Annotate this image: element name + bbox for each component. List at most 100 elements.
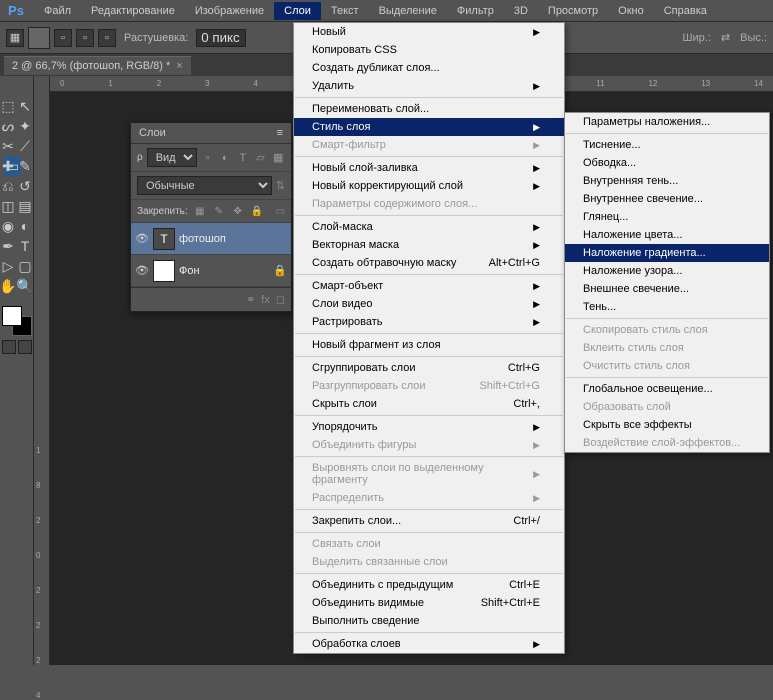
menu-item[interactable]: Векторная маска▶ xyxy=(294,236,564,254)
layer-item[interactable]: 👁Tфотошоп xyxy=(131,223,291,255)
menu-item[interactable]: Выполнить сведение xyxy=(294,612,564,630)
menu-item[interactable]: Обработка слоев▶ xyxy=(294,635,564,653)
menu-item[interactable]: Тиснение... xyxy=(565,136,769,154)
tool-wand[interactable]: ✦ xyxy=(17,116,34,136)
foreground-color-swatch[interactable] xyxy=(2,306,22,326)
menu-item[interactable]: Создать дубликат слоя... xyxy=(294,59,564,77)
filter-smart-icon[interactable]: ▦ xyxy=(271,151,285,165)
menu-редактирование[interactable]: Редактирование xyxy=(81,2,185,20)
lock-transparency-icon[interactable]: ▦ xyxy=(193,204,207,218)
layer-thumbnail[interactable]: T xyxy=(153,228,175,250)
layer-filter-select[interactable]: Вид xyxy=(147,148,197,167)
menu-item[interactable]: Новый▶ xyxy=(294,23,564,41)
link-layers-icon[interactable]: ⚭ xyxy=(246,293,255,306)
menu-item[interactable]: Удалить▶ xyxy=(294,77,564,95)
tool-dodge[interactable]: ◐ xyxy=(17,216,34,236)
filter-type-icon[interactable]: T xyxy=(236,151,250,165)
filter-shape-icon[interactable]: ▱ xyxy=(254,151,268,165)
layer-thumbnail[interactable] xyxy=(153,260,175,282)
tool-crop[interactable]: ✂ xyxy=(0,136,17,156)
lock-paint-icon[interactable]: ✎ xyxy=(212,204,226,218)
selection-mode-new[interactable] xyxy=(28,27,50,49)
menu-item[interactable]: Обводка... xyxy=(565,154,769,172)
menu-item[interactable]: Внешнее свечение... xyxy=(565,280,769,298)
tool-lasso[interactable]: ᔕ xyxy=(0,116,17,136)
panel-menu-icon[interactable]: ≡ xyxy=(277,127,283,139)
tool-heal[interactable]: ✚ xyxy=(0,156,17,176)
tool-hand[interactable]: ✋ xyxy=(0,276,17,296)
menu-item[interactable]: Объединить с предыдущимCtrl+E xyxy=(294,576,564,594)
lock-all-icon[interactable]: 🔒 xyxy=(250,204,264,218)
filter-adj-icon[interactable]: ◐ xyxy=(218,151,232,165)
lock-move-icon[interactable]: ✥ xyxy=(231,204,245,218)
tool-eyedropper[interactable]: ⟋ xyxy=(17,136,34,156)
tool-preset-button[interactable]: ▦ xyxy=(6,29,24,47)
tool-path[interactable]: ▷ xyxy=(0,256,17,276)
menu-item[interactable]: Упорядочить▶ xyxy=(294,418,564,436)
tool-shape[interactable]: ▢ xyxy=(17,256,34,276)
filter-img-icon[interactable]: ▫ xyxy=(201,151,215,165)
menu-item[interactable]: Объединить видимыеShift+Ctrl+E xyxy=(294,594,564,612)
selection-mode-add[interactable]: ▫ xyxy=(54,29,72,47)
close-icon[interactable]: × xyxy=(176,60,182,72)
menu-item[interactable]: Закрепить слои...Ctrl+/ xyxy=(294,512,564,530)
menu-фильтр[interactable]: Фильтр xyxy=(447,2,504,20)
menu-item[interactable]: Слои видео▶ xyxy=(294,295,564,313)
menu-item[interactable]: Тень... xyxy=(565,298,769,316)
visibility-icon[interactable]: 👁 xyxy=(135,232,149,245)
menu-выделение[interactable]: Выделение xyxy=(369,2,447,20)
screenmode-button[interactable] xyxy=(18,340,32,354)
menu-item[interactable]: Внутренняя тень... xyxy=(565,172,769,190)
menu-item[interactable]: Новый слой-заливка▶ xyxy=(294,159,564,177)
menu-item[interactable]: Наложение узора... xyxy=(565,262,769,280)
feather-input[interactable] xyxy=(196,29,246,47)
menu-item[interactable]: Смарт-объект▶ xyxy=(294,277,564,295)
tool-pen[interactable]: ✒ xyxy=(0,236,17,256)
menu-окно[interactable]: Окно xyxy=(608,2,654,20)
menu-item[interactable]: Наложение градиента... xyxy=(565,244,769,262)
tool-history[interactable]: ↺ xyxy=(17,176,34,196)
tool-brush[interactable]: ✎ xyxy=(17,156,34,176)
menu-item[interactable]: Новый фрагмент из слоя xyxy=(294,336,564,354)
layer-item[interactable]: 👁Фон🔒 xyxy=(131,255,291,287)
selection-mode-intersect[interactable]: ▫ xyxy=(98,29,116,47)
menu-item[interactable]: Глянец... xyxy=(565,208,769,226)
menu-файл[interactable]: Файл xyxy=(34,2,81,20)
tool-eraser[interactable]: ◫ xyxy=(0,196,17,216)
menu-item[interactable]: Копировать CSS xyxy=(294,41,564,59)
menu-item[interactable]: Глобальное освещение... xyxy=(565,380,769,398)
menu-item[interactable]: Слой-маска▶ xyxy=(294,218,564,236)
menu-справка[interactable]: Справка xyxy=(654,2,717,20)
layers-panel-tab[interactable]: Слои ≡ xyxy=(131,123,291,144)
tool-blur[interactable]: ◉ xyxy=(0,216,17,236)
menu-item[interactable]: Новый корректирующий слой▶ xyxy=(294,177,564,195)
menu-3d[interactable]: 3D xyxy=(504,2,538,20)
menu-item[interactable]: Параметры наложения... xyxy=(565,113,769,131)
color-swatches[interactable] xyxy=(2,306,32,336)
tool-zoom[interactable]: 🔍 xyxy=(17,276,34,296)
tool-move[interactable]: ↖ xyxy=(17,96,34,116)
menu-item[interactable]: Скрыть слоиCtrl+, xyxy=(294,395,564,413)
menu-item[interactable]: Стиль слоя▶ xyxy=(294,118,564,136)
menu-текст[interactable]: Текст xyxy=(321,2,369,20)
menu-item[interactable]: Создать обтравочную маскуAlt+Ctrl+G xyxy=(294,254,564,272)
menu-item[interactable]: Сгруппировать слоиCtrl+G xyxy=(294,359,564,377)
menu-изображение[interactable]: Изображение xyxy=(185,2,274,20)
visibility-icon[interactable]: 👁 xyxy=(135,264,149,277)
menu-item[interactable]: Растрировать▶ xyxy=(294,313,564,331)
tool-stamp[interactable]: ⎌ xyxy=(0,176,17,196)
tool-marquee2[interactable]: ⬚ xyxy=(0,96,17,116)
tool-gradient[interactable]: ▤ xyxy=(17,196,34,216)
layer-mask-icon[interactable]: ◻ xyxy=(276,293,285,306)
tool-type[interactable]: T xyxy=(17,236,34,256)
menu-слои[interactable]: Слои xyxy=(274,2,321,20)
document-tab[interactable]: 2 @ 66,7% (фотошоп, RGB/8) * × xyxy=(4,56,191,75)
menu-item[interactable]: Переименовать слой... xyxy=(294,100,564,118)
menu-просмотр[interactable]: Просмотр xyxy=(538,2,608,20)
selection-mode-subtract[interactable]: ▫ xyxy=(76,29,94,47)
blend-mode-select[interactable]: Обычные xyxy=(137,176,272,195)
menu-item[interactable]: Скрыть все эффекты xyxy=(565,416,769,434)
menu-item[interactable]: Наложение цвета... xyxy=(565,226,769,244)
menu-item[interactable]: Внутреннее свечение... xyxy=(565,190,769,208)
layer-fx-icon[interactable]: fx xyxy=(261,294,270,306)
